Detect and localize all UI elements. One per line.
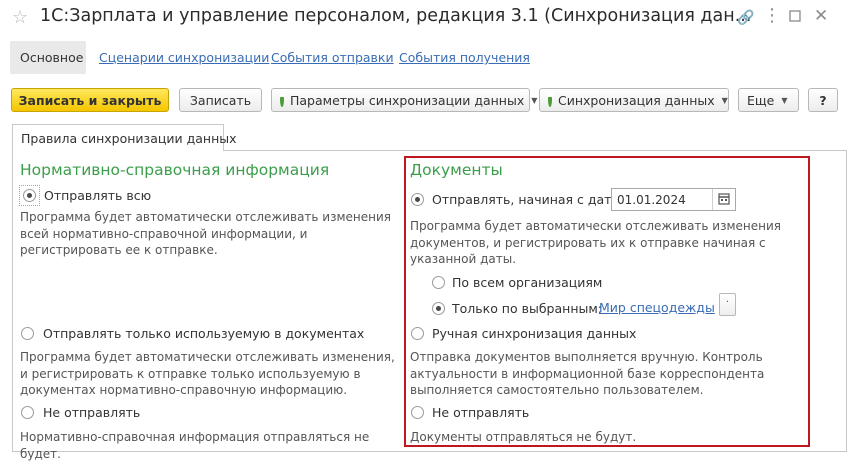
nsi-send-used-radio[interactable] [21, 327, 34, 340]
more-label: Еще [747, 92, 775, 108]
sync-settings-icon [280, 92, 285, 107]
nav-main[interactable]: Основное [10, 41, 86, 74]
docs-manual-desc: Отправка документов выполняется вручную.… [410, 350, 765, 397]
sync-icon [548, 92, 553, 107]
calendar-icon[interactable] [712, 189, 735, 210]
date-input[interactable]: 01.01.2024 [611, 188, 736, 211]
nsi-send-used-desc: Программа будет автоматически отслеживат… [20, 350, 395, 397]
org-all-radio[interactable] [432, 276, 445, 289]
dropdown-arrow-icon: ▼ [721, 95, 728, 105]
docs-from-date-label[interactable]: Отправлять, начиная с даты [432, 192, 621, 207]
nsi-send-used-label[interactable]: Отправлять только используемую в докумен… [43, 326, 364, 341]
tab-sync-rules-label: Правила синхронизации данных [21, 131, 237, 146]
save-label: Записать [189, 92, 252, 108]
nsi-heading: Нормативно-справочная информация [20, 161, 330, 179]
nsi-no-send-radio[interactable] [21, 406, 34, 419]
org-selected-radio[interactable] [432, 302, 445, 315]
date-value: 01.01.2024 [617, 193, 686, 207]
org-all-label[interactable]: По всем организациям [452, 275, 602, 290]
nav-receive-events[interactable]: События получения [399, 50, 530, 65]
sync-params-label: Параметры синхронизации данных [290, 92, 525, 108]
docs-no-send-radio[interactable] [411, 406, 424, 419]
org-choose-button[interactable]: · [719, 293, 736, 316]
save-and-close-button[interactable]: Записать и закрыть [11, 88, 169, 112]
nav-send-events[interactable]: События отправки [271, 50, 394, 65]
docs-from-date-desc: Программа будет автоматически отслеживат… [410, 219, 782, 266]
org-selected-link[interactable]: Мир спецодежды [599, 300, 715, 315]
help-button[interactable]: ? [808, 88, 838, 112]
sync-data-button[interactable]: Синхронизация данных ▼ [539, 88, 729, 112]
docs-no-send-desc: Документы отправляться не будут. [410, 430, 637, 444]
nsi-no-send-desc: Нормативно-справочная информация отправл… [20, 430, 370, 461]
nsi-send-all-radio[interactable] [23, 189, 36, 202]
docs-heading: Документы [410, 161, 503, 179]
docs-no-send-label[interactable]: Не отправлять [432, 405, 529, 420]
docs-from-date-radio[interactable] [411, 193, 424, 206]
close-icon[interactable]: ✕ [814, 6, 828, 26]
dropdown-arrow-icon: ▼ [781, 95, 788, 105]
nav-main-label: Основное [20, 50, 84, 65]
docs-manual-label[interactable]: Ручная синхронизация данных [432, 326, 636, 341]
org-selected-label[interactable]: Только по выбранным: [452, 301, 602, 316]
help-label: ? [819, 92, 827, 108]
save-button[interactable]: Записать [179, 88, 262, 112]
dropdown-arrow-icon: ▼ [531, 95, 538, 105]
nsi-send-all-desc: Программа будет автоматически отслеживат… [20, 210, 392, 257]
more-button[interactable]: Еще ▼ [738, 88, 799, 112]
more-menu-icon[interactable]: ⋮ [763, 5, 781, 26]
link-icon[interactable]: 🔗 [737, 10, 754, 26]
nav-sync-scenarios[interactable]: Сценарии синхронизации [99, 50, 269, 65]
sync-params-button[interactable]: Параметры синхронизации данных ▼ [271, 88, 537, 112]
nsi-no-send-label[interactable]: Не отправлять [43, 405, 140, 420]
tab-sync-rules[interactable]: Правила синхронизации данных [12, 124, 237, 151]
save-and-close-label: Записать и закрыть [18, 92, 162, 108]
window-title: 1С:Зарплата и управление персоналом, ред… [40, 6, 752, 26]
docs-manual-radio[interactable] [411, 327, 424, 340]
favorite-star-icon[interactable]: ☆ [12, 7, 28, 28]
sync-data-label: Синхронизация данных [558, 92, 715, 108]
maximize-icon[interactable] [789, 10, 801, 26]
nsi-send-all-label[interactable]: Отправлять всю [44, 188, 151, 203]
